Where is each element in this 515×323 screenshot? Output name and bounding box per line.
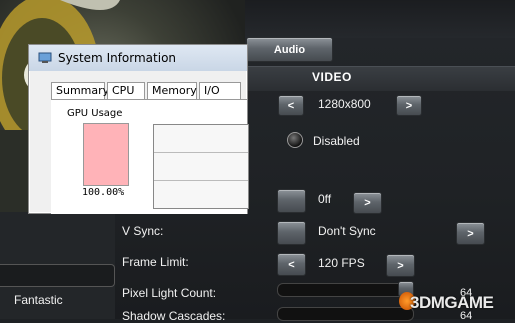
shadow-cascades-label: Shadow Cascades: (122, 309, 226, 323)
pixel-light-slider[interactable] (277, 283, 414, 297)
dialog-title: System Information (58, 51, 177, 65)
quality-field[interactable] (0, 264, 115, 287)
gpu-history-graph (153, 124, 249, 209)
dialog-tab-strip: Summary CPU Memory I/O (51, 82, 247, 100)
frame-limit-prev-button[interactable]: < (277, 253, 306, 276)
quality-value: Fantastic (14, 293, 63, 307)
vsync-prev-button[interactable] (277, 221, 306, 245)
video-header-label: VIDEO (312, 70, 352, 84)
audio-tab-button[interactable]: Audio (246, 37, 333, 62)
frame-limit-label: Frame Limit: (122, 255, 189, 269)
frame-limit-next-button[interactable]: > (386, 254, 415, 277)
graph-gridline (154, 152, 248, 153)
gpu-usage-meter (83, 123, 129, 186)
pixel-light-label: Pixel Light Count: (122, 286, 217, 300)
tab-io[interactable]: I/O (199, 82, 241, 99)
next-arrow-icon: > (405, 99, 413, 112)
aa-next-button[interactable]: > (353, 192, 382, 214)
dialog-titlebar[interactable]: System Information (29, 45, 247, 71)
tab-summary[interactable]: Summary (51, 82, 109, 99)
tab-memory[interactable]: Memory (147, 82, 197, 99)
watermark-text: 3DMGAME (410, 293, 494, 312)
system-information-dialog: System Information Summary CPU Memory I/… (28, 44, 249, 214)
prev-arrow-icon: < (288, 258, 295, 271)
vsync-label: V Sync: (122, 224, 164, 238)
prev-arrow-icon: < (287, 99, 295, 112)
frame-limit-value: 120 FPS (318, 256, 365, 270)
vsync-value: Don't Sync (318, 224, 376, 238)
next-arrow-icon: > (364, 197, 371, 209)
fullscreen-toggle[interactable] (287, 132, 303, 148)
aa-value: 0ff (318, 192, 332, 206)
gpu-usage-percent: 100.00% (82, 187, 125, 198)
fullscreen-value: Disabled (313, 134, 360, 148)
computer-icon (38, 52, 52, 63)
vsync-next-button[interactable]: > (456, 222, 485, 245)
video-section-header (245, 66, 515, 91)
resolution-prev-button[interactable]: < (278, 95, 304, 116)
resolution-value: 1280x800 (318, 97, 371, 111)
next-arrow-icon: > (467, 227, 474, 240)
graph-gridline (154, 180, 248, 181)
tab-cpu[interactable]: CPU (107, 82, 145, 99)
next-arrow-icon: > (397, 259, 404, 272)
aa-prev-button[interactable] (277, 189, 306, 213)
resolution-next-button[interactable]: > (396, 95, 422, 116)
top-strip (245, 0, 515, 38)
audio-tab-label: Audio (273, 43, 306, 56)
gpu-usage-label: GPU Usage (67, 108, 123, 119)
